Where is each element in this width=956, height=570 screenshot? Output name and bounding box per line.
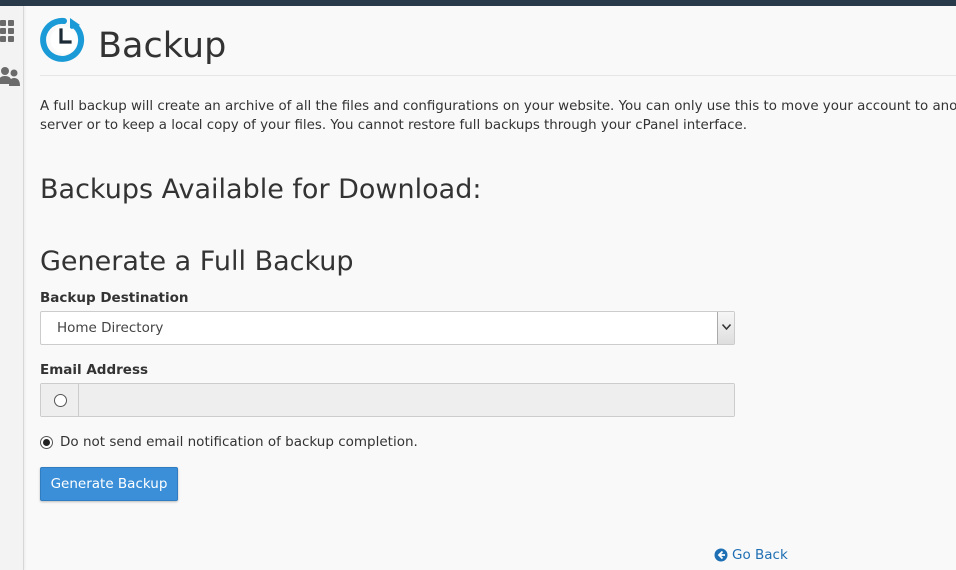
go-back-label: Go Back: [732, 547, 788, 563]
email-input-group: [40, 383, 735, 417]
generate-backup-heading: Generate a Full Backup: [40, 246, 354, 277]
page-title: Backup: [98, 26, 227, 66]
backups-available-heading: Backups Available for Download:: [40, 174, 482, 205]
arrow-circle-left-icon: [714, 548, 728, 562]
no-email-radio[interactable]: [40, 436, 53, 449]
email-address-input[interactable]: [80, 384, 734, 416]
main-content: Backup A full backup will create an arch…: [40, 6, 956, 570]
backup-destination-select[interactable]: Home Directory: [40, 311, 735, 345]
email-notify-radio[interactable]: [54, 394, 67, 407]
backup-clock-icon: [40, 17, 85, 62]
generate-backup-button[interactable]: Generate Backup: [40, 467, 178, 501]
backup-destination-value: Home Directory: [57, 320, 164, 336]
email-radio-addon: [41, 384, 79, 416]
email-address-label: Email Address: [40, 362, 149, 378]
users-icon[interactable]: [0, 62, 20, 90]
page-description: A full backup will create an archive of …: [40, 99, 956, 133]
no-email-label: Do not send email notification of backup…: [60, 434, 418, 450]
no-email-option[interactable]: Do not send email notification of backup…: [40, 434, 540, 452]
chevron-down-icon[interactable]: [717, 312, 734, 344]
grid-icon[interactable]: [0, 16, 20, 44]
sidebar: [0, 6, 24, 570]
backup-destination-label: Backup Destination: [40, 290, 189, 306]
page-header: Backup: [40, 16, 956, 76]
